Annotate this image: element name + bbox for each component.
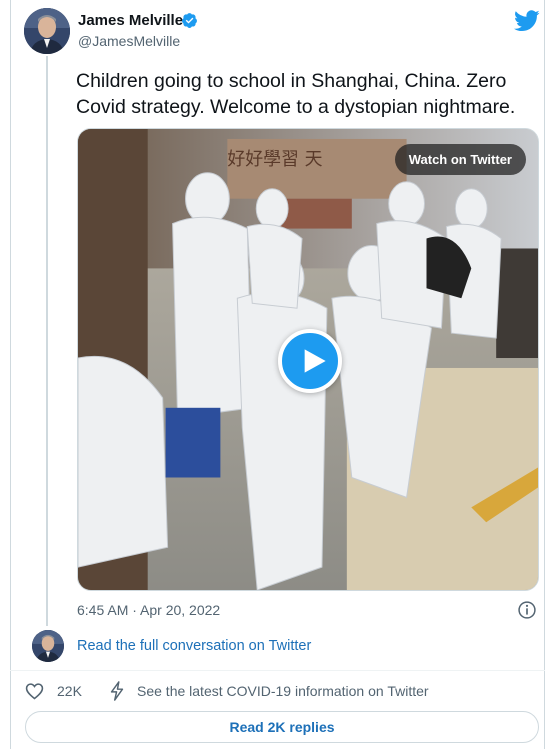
covid-info-link[interactable]: See the latest COVID-19 information on T…: [137, 683, 429, 699]
conversation-avatar[interactable]: [32, 630, 64, 662]
thread-line: [46, 56, 48, 626]
lightning-bolt-icon: [110, 681, 124, 701]
video-banner-text: 好好學習 天: [227, 149, 322, 170]
avatar-image: [24, 8, 70, 54]
info-icon[interactable]: [517, 600, 537, 620]
tweet-actions: 22K See the latest COVID-19 information …: [25, 680, 535, 702]
twitter-bird-icon[interactable]: [514, 10, 540, 32]
play-icon: [304, 349, 326, 373]
author-name[interactable]: James Melville: [78, 12, 183, 29]
read-conversation-link[interactable]: Read the full conversation on Twitter: [77, 638, 311, 654]
like-count[interactable]: 22K: [57, 683, 82, 699]
verified-icon: [182, 13, 197, 28]
watch-on-twitter-button[interactable]: Watch on Twitter: [394, 144, 526, 175]
author-avatar[interactable]: [24, 8, 70, 54]
avatar-image: [32, 630, 64, 662]
read-replies-button[interactable]: Read 2K replies: [25, 711, 539, 743]
tweet-timestamp[interactable]: 6:45 AM · Apr 20, 2022: [77, 602, 220, 618]
play-button[interactable]: [278, 329, 342, 393]
divider: [10, 670, 545, 671]
heart-icon[interactable]: [25, 682, 44, 700]
author-handle[interactable]: @JamesMelville: [78, 33, 180, 49]
video-player[interactable]: 好好學習 天 Watch on Twitter: [77, 128, 539, 591]
tweet-text: Children going to school in Shanghai, Ch…: [76, 70, 516, 118]
